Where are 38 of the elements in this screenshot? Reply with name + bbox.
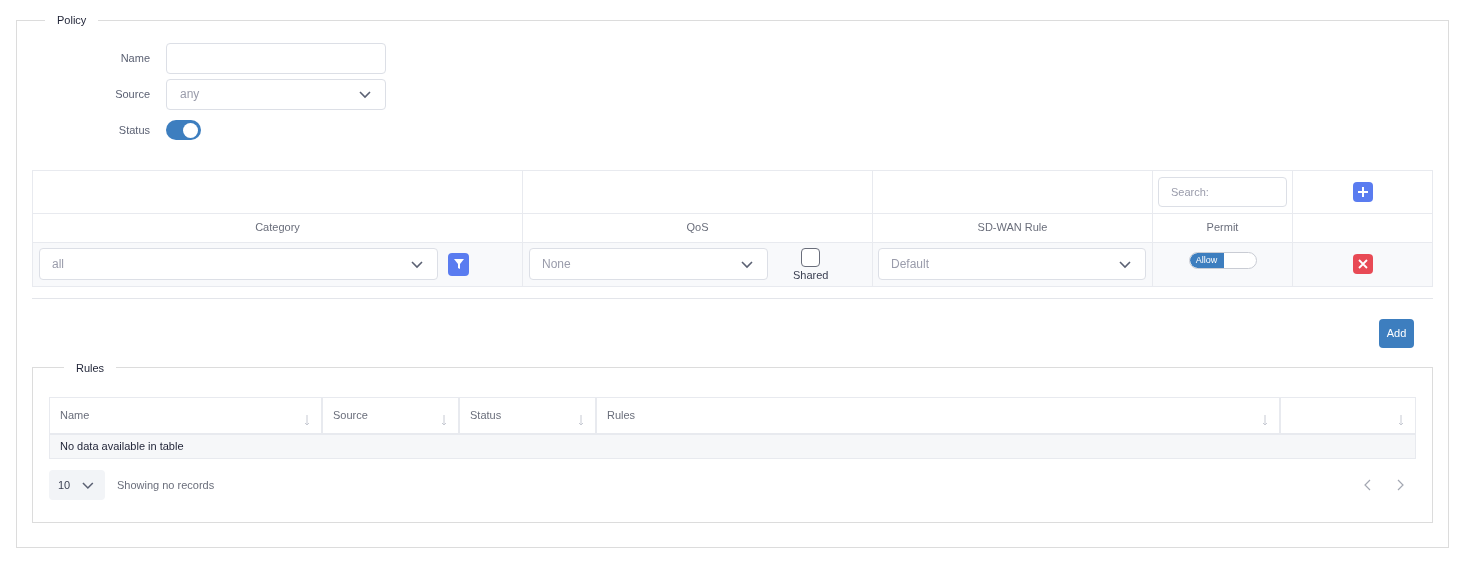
column-header: SD-WAN Rule <box>977 220 1048 236</box>
sort-arrow-icon <box>1397 413 1405 426</box>
column-header[interactable]: Status <box>470 407 502 424</box>
column-header[interactable]: Rules <box>607 407 636 424</box>
shared-label: Shared <box>793 268 829 284</box>
sort-arrow-icon <box>1261 413 1269 426</box>
category-select[interactable]: all <box>39 248 438 280</box>
field-label: Status <box>117 122 150 138</box>
shared-checkbox[interactable] <box>801 248 821 268</box>
plus-icon <box>1356 185 1369 198</box>
sdwan-rule-select[interactable]: Default <box>878 248 1146 280</box>
name-input[interactable] <box>166 42 386 74</box>
page-size-select[interactable]: 10 <box>49 470 105 500</box>
filter-button[interactable] <box>448 252 469 276</box>
status-toggle[interactable] <box>166 120 201 140</box>
add-button[interactable]: Add <box>1379 318 1414 348</box>
column-header: QoS <box>686 220 709 236</box>
close-icon <box>1356 258 1369 270</box>
sort-arrow-icon <box>303 413 311 426</box>
sort-arrow-icon <box>577 413 585 426</box>
column-header: Category <box>255 220 300 236</box>
add-row-button[interactable] <box>1352 181 1373 202</box>
permit-toggle[interactable]: Allow <box>1188 251 1257 269</box>
search-input[interactable]: Search: <box>1158 176 1287 207</box>
panel-legend: Policy <box>45 12 99 29</box>
field-label: Name <box>119 50 150 66</box>
field-label: Source <box>114 86 150 102</box>
empty-table-message: No data available in table <box>60 439 184 455</box>
records-info: Showing no records <box>117 477 215 493</box>
column-header: Permit <box>1206 220 1239 236</box>
qos-select[interactable]: None <box>529 248 768 280</box>
source-select[interactable]: any <box>166 78 386 110</box>
sort-arrow-icon <box>440 413 448 426</box>
panel-legend: Rules <box>64 359 117 376</box>
delete-button[interactable] <box>1352 254 1373 274</box>
column-header[interactable]: Source <box>333 407 368 424</box>
filter-icon <box>452 258 465 270</box>
column-header[interactable]: Name <box>60 407 90 424</box>
